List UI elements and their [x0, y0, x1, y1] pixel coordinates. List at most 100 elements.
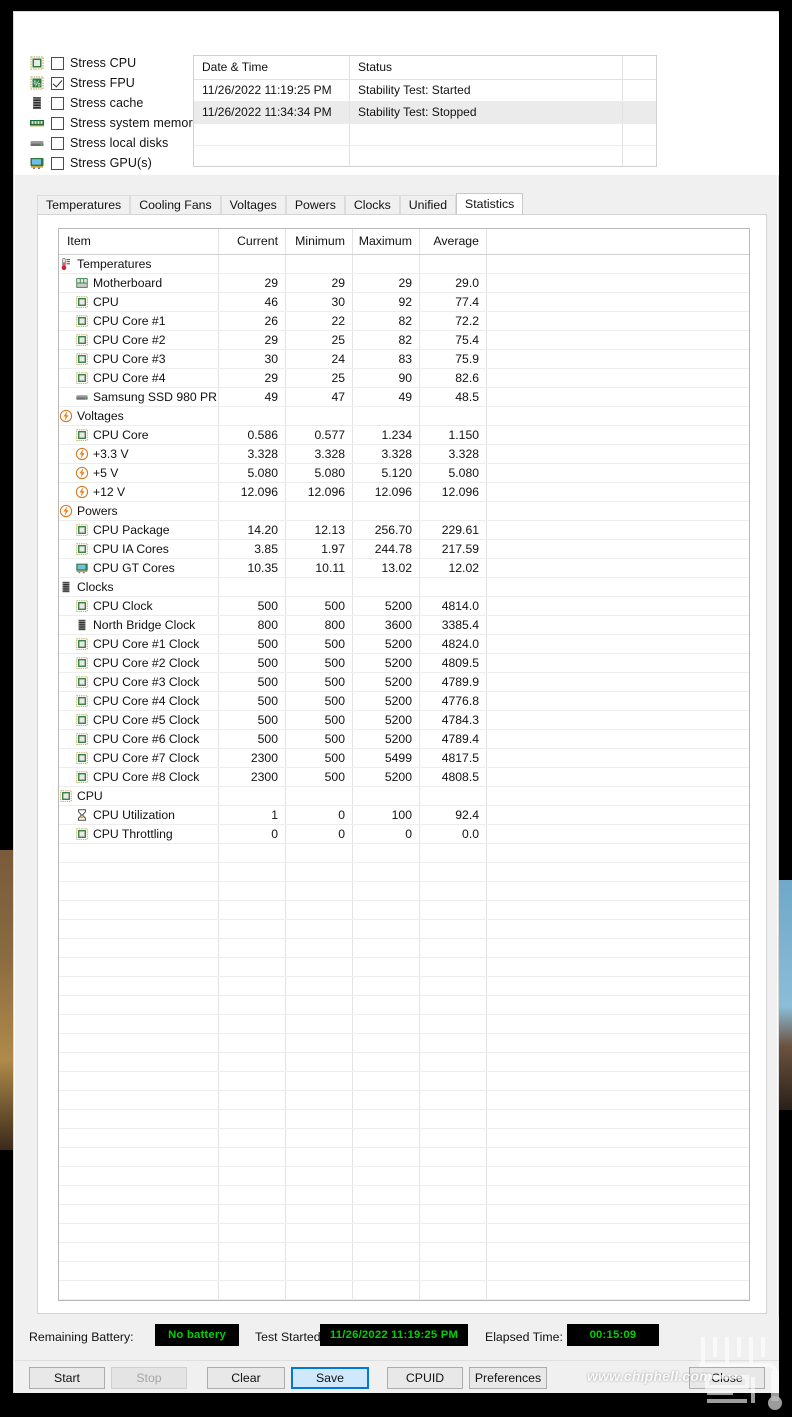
statistics-empty-row[interactable] — [59, 1224, 749, 1243]
statistics-row[interactable]: Samsung SSD 980 PR...49474948.5 — [59, 388, 749, 407]
statistics-row[interactable]: +3.3 V3.3283.3283.3283.328 — [59, 445, 749, 464]
statistics-empty-row[interactable] — [59, 977, 749, 996]
statistics-empty-row[interactable] — [59, 1300, 749, 1301]
tab-powers[interactable]: Powers — [286, 195, 345, 214]
statistics-maximum-cell: 29 — [353, 274, 420, 292]
statistics-row[interactable]: +5 V5.0805.0805.1205.080 — [59, 464, 749, 483]
statistics-row[interactable]: CPU Package14.2012.13256.70229.61 — [59, 521, 749, 540]
statistics-row[interactable]: CPU Core #5 Clock50050052004784.3 — [59, 711, 749, 730]
statistics-row[interactable]: CPU Throttling0000.0 — [59, 825, 749, 844]
statistics-row[interactable]: +12 V12.09612.09612.09612.096 — [59, 483, 749, 502]
statistics-row[interactable]: CPU Core0.5860.5771.2341.150 — [59, 426, 749, 445]
statistics-empty-row[interactable] — [59, 863, 749, 882]
statistics-row[interactable]: CPU Core #330248375.9 — [59, 350, 749, 369]
statistics-row[interactable]: CPU Core #3 Clock50050052004789.9 — [59, 673, 749, 692]
statistics-row[interactable]: CPU Core #4 Clock50050052004776.8 — [59, 692, 749, 711]
log-empty-row[interactable] — [194, 124, 656, 146]
statistics-empty-row[interactable] — [59, 1091, 749, 1110]
stress-option-checkbox[interactable] — [51, 77, 64, 90]
statistics-row[interactable]: Motherboard29292929.0 — [59, 274, 749, 293]
statistics-row[interactable]: CPU IA Cores3.851.97244.78217.59 — [59, 540, 749, 559]
log-col-extra[interactable] — [623, 56, 656, 79]
statistics-row[interactable]: CPU Core #229258275.4 — [59, 331, 749, 350]
statistics-empty-row[interactable] — [59, 1167, 749, 1186]
statistics-current-cell — [219, 502, 286, 520]
voltage-bolt-icon — [75, 447, 89, 461]
stress-option-checkbox[interactable] — [51, 117, 64, 130]
stat-col-maximum[interactable]: Maximum — [353, 229, 420, 254]
statistics-empty-row[interactable] — [59, 1072, 749, 1091]
statistics-empty-row[interactable] — [59, 882, 749, 901]
stress-option-row[interactable]: Stress system memory — [29, 113, 209, 133]
statistics-empty-row[interactable] — [59, 1110, 749, 1129]
statistics-empty-row[interactable] — [59, 1053, 749, 1072]
statistics-row[interactable]: Clocks — [59, 578, 749, 597]
stress-option-row[interactable]: %Stress FPU — [29, 73, 209, 93]
stress-option-row[interactable]: Stress CPU — [29, 53, 209, 73]
log-col-status[interactable]: Status — [350, 56, 623, 79]
cpu-chip-icon — [75, 542, 89, 556]
tab-voltages[interactable]: Voltages — [221, 195, 286, 214]
stress-option-row[interactable]: Stress cache — [29, 93, 209, 113]
statistics-empty-row[interactable] — [59, 1243, 749, 1262]
tab-clocks[interactable]: Clocks — [345, 195, 400, 214]
statistics-empty-row[interactable] — [59, 996, 749, 1015]
statistics-row[interactable]: CPU Utilization1010092.4 — [59, 806, 749, 825]
stat-col-current[interactable]: Current — [219, 229, 286, 254]
statistics-row[interactable]: Temperatures — [59, 255, 749, 274]
tab-statistics[interactable]: Statistics — [456, 193, 523, 214]
statistics-empty-row[interactable] — [59, 1262, 749, 1281]
statistics-empty-row[interactable] — [59, 1205, 749, 1224]
statistics-row[interactable]: CPU Core #8 Clock230050052004808.5 — [59, 768, 749, 787]
statistics-row[interactable]: CPU Core #2 Clock50050052004809.5 — [59, 654, 749, 673]
statistics-row[interactable]: CPU Core #6 Clock50050052004789.4 — [59, 730, 749, 749]
statistics-empty-row[interactable] — [59, 844, 749, 863]
start-button[interactable]: Start — [29, 1367, 105, 1389]
statistics-empty-row[interactable] — [59, 1015, 749, 1034]
stress-option-checkbox[interactable] — [51, 157, 64, 170]
stress-option-row[interactable]: Stress GPU(s) — [29, 153, 209, 173]
statistics-empty-row[interactable] — [59, 958, 749, 977]
save-button[interactable]: Save — [291, 1367, 369, 1389]
statistics-empty-row[interactable] — [59, 1129, 749, 1148]
tab-temperatures[interactable]: Temperatures — [37, 195, 130, 214]
statistics-row[interactable]: CPU Clock50050052004814.0 — [59, 597, 749, 616]
stress-option-checkbox[interactable] — [51, 57, 64, 70]
stat-col-minimum[interactable]: Minimum — [286, 229, 353, 254]
statistics-maximum-cell: 244.78 — [353, 540, 420, 558]
statistics-empty-row[interactable] — [59, 1281, 749, 1300]
event-log-grid[interactable]: Date & Time Status 11/26/2022 11:19:25 P… — [193, 55, 657, 167]
log-row[interactable]: 11/26/2022 11:34:34 PMStability Test: St… — [194, 102, 656, 124]
statistics-empty-row[interactable] — [59, 920, 749, 939]
statistics-row[interactable]: CPU Core #1 Clock50050052004824.0 — [59, 635, 749, 654]
statistics-row[interactable]: Powers — [59, 502, 749, 521]
statistics-empty-row[interactable] — [59, 1186, 749, 1205]
statistics-empty-row[interactable] — [59, 1148, 749, 1167]
preferences-button[interactable]: Preferences — [469, 1367, 547, 1389]
statistics-row[interactable]: CPU Core #429259082.6 — [59, 369, 749, 388]
statistics-empty-row[interactable] — [59, 939, 749, 958]
statistics-row[interactable]: CPU GT Cores10.3510.1113.0212.02 — [59, 559, 749, 578]
log-col-datetime[interactable]: Date & Time — [194, 56, 350, 79]
stat-col-average[interactable]: Average — [420, 229, 487, 254]
statistics-row[interactable]: CPU — [59, 787, 749, 806]
statistics-row[interactable]: Voltages — [59, 407, 749, 426]
statistics-row[interactable]: CPU Core #7 Clock230050054994817.5 — [59, 749, 749, 768]
statistics-row[interactable]: North Bridge Clock80080036003385.4 — [59, 616, 749, 635]
statistics-empty-row[interactable] — [59, 901, 749, 920]
statistics-row[interactable]: CPU Core #126228272.2 — [59, 312, 749, 331]
clear-button[interactable]: Clear — [207, 1367, 285, 1389]
log-row[interactable]: 11/26/2022 11:19:25 PMStability Test: St… — [194, 80, 656, 102]
statistics-grid[interactable]: Item Current Minimum Maximum Average Tem… — [58, 228, 750, 1301]
close-button[interactable]: Close — [689, 1367, 765, 1389]
statistics-empty-row[interactable] — [59, 1034, 749, 1053]
statistics-row[interactable]: CPU46309277.4 — [59, 293, 749, 312]
tab-unified[interactable]: Unified — [400, 195, 456, 214]
stress-option-row[interactable]: Stress local disks — [29, 133, 209, 153]
cpuid-button[interactable]: CPUID — [387, 1367, 463, 1389]
tab-cooling-fans[interactable]: Cooling Fans — [130, 195, 220, 214]
stress-option-checkbox[interactable] — [51, 137, 64, 150]
log-empty-row[interactable] — [194, 146, 656, 167]
stat-col-item[interactable]: Item — [59, 229, 219, 254]
stress-option-checkbox[interactable] — [51, 97, 64, 110]
